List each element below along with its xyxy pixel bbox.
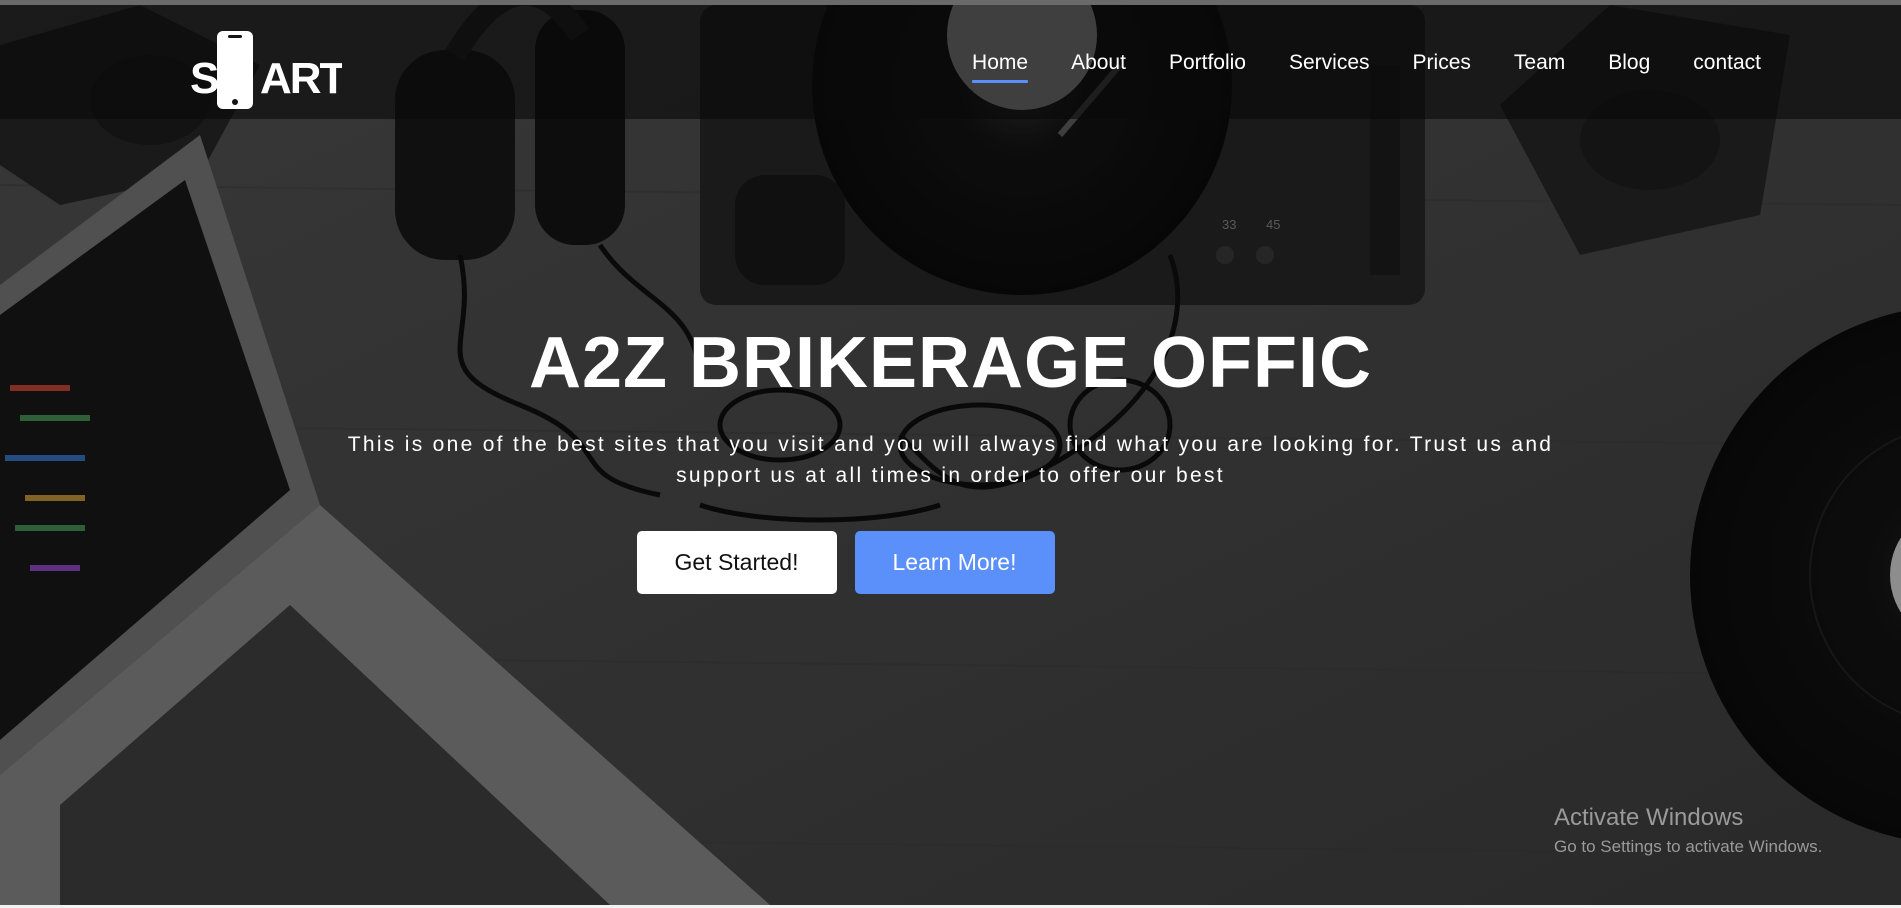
get-started-button[interactable]: Get Started! bbox=[636, 531, 837, 594]
watermark-subtitle: Go to Settings to activate Windows. bbox=[1554, 837, 1823, 856]
brand-logo[interactable]: S ART bbox=[190, 29, 342, 115]
nav-contact[interactable]: contact bbox=[1693, 51, 1761, 83]
nav-home[interactable]: Home bbox=[972, 51, 1029, 83]
hero-description: This is one of the best sites that you v… bbox=[347, 433, 1554, 487]
hero-title: A2Z BRIKERAGE OFFIC bbox=[528, 323, 1373, 403]
nav-team[interactable]: Team bbox=[1514, 51, 1565, 83]
hero-content: A2Z BRIKERAGE OFFIC This is one of the b… bbox=[0, 323, 1901, 594]
hero-section: 33 45 S ART Home About Portfolio Service… bbox=[0, 5, 1901, 905]
svg-text:S: S bbox=[190, 54, 219, 103]
hero-buttons: Get Started! Learn More! bbox=[0, 531, 1901, 594]
nav-blog[interactable]: Blog bbox=[1608, 51, 1650, 83]
activate-windows-watermark: Activate Windows Go to Settings to activ… bbox=[1554, 803, 1822, 859]
nav-services[interactable]: Services bbox=[1289, 51, 1370, 83]
nav-about[interactable]: About bbox=[1071, 51, 1126, 83]
nav-prices[interactable]: Prices bbox=[1413, 51, 1471, 83]
learn-more-button[interactable]: Learn More! bbox=[854, 531, 1055, 594]
navbar: S ART Home About Portfolio Services Pric… bbox=[0, 5, 1901, 119]
watermark-title: Activate Windows bbox=[1554, 804, 1744, 831]
main-menu: Home About Portfolio Services Prices Tea… bbox=[929, 51, 1761, 83]
svg-text:ART: ART bbox=[260, 54, 342, 103]
nav-portfolio[interactable]: Portfolio bbox=[1169, 51, 1246, 83]
phone-icon bbox=[217, 31, 253, 109]
